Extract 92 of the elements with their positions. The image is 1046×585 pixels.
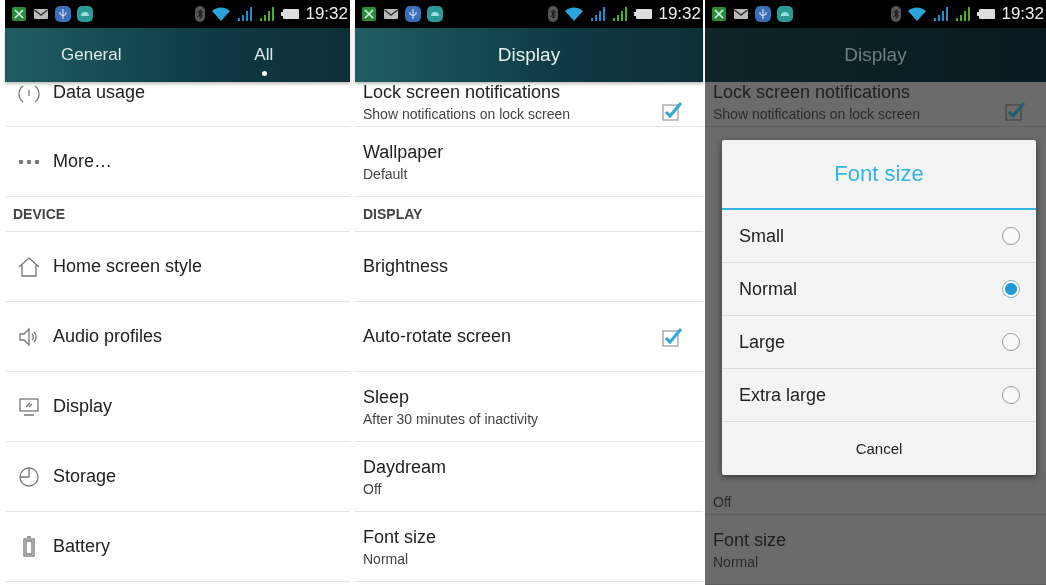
item-title: Audio profiles: [53, 326, 163, 347]
item-summary: Show notifications on lock screen: [713, 106, 921, 122]
item-summary: Normal: [713, 553, 760, 570]
item-summary: Default: [363, 165, 409, 182]
settings-item[interactable]: Battery: [5, 512, 350, 582]
mail-icon: [33, 6, 49, 22]
settings-item[interactable]: Storage: [5, 442, 350, 512]
item-title: Daydream: [363, 456, 448, 478]
settings-item[interactable]: Data usage: [5, 82, 350, 127]
option-label: Small: [739, 225, 784, 247]
settings-item[interactable]: Display: [5, 372, 350, 442]
radio-button[interactable]: [1002, 280, 1020, 298]
item-title: Storage: [53, 466, 117, 487]
item-summary: After 30 minutes of inactivity: [363, 410, 540, 427]
tab[interactable]: All: [177, 28, 350, 82]
item-title: Battery: [53, 536, 111, 557]
more-icon: [19, 159, 39, 164]
signal-icon: [612, 6, 629, 22]
item-title: More…: [53, 151, 112, 172]
section-header: DEVICE: [5, 197, 350, 232]
signal-icon: [237, 6, 254, 22]
app-notification-icon: [361, 6, 377, 22]
item-summary: Off: [363, 480, 383, 497]
battery-icon: [281, 6, 300, 22]
signal-icon: [955, 6, 972, 22]
checkbox[interactable]: [661, 325, 683, 348]
bluetooth-icon: [548, 6, 559, 22]
battery-icon: [977, 6, 996, 22]
settings-item[interactable]: Brightness: [355, 232, 703, 302]
item-title: Brightness: [363, 256, 450, 277]
checkbox[interactable]: [1004, 100, 1026, 122]
radio-option[interactable]: Large: [722, 316, 1036, 369]
clock-time: 19:32: [305, 4, 348, 24]
radio-option[interactable]: Extra large: [722, 369, 1036, 422]
app-notification-icon: [711, 6, 727, 22]
option-label: Large: [739, 331, 786, 353]
battery-icon: [634, 6, 653, 22]
item-title: Lock screen notifications: [713, 82, 912, 103]
settings-item[interactable]: More…: [5, 127, 350, 197]
settings-item[interactable]: Auto-rotate screen: [355, 302, 703, 372]
section-header: DISPLAY: [355, 197, 703, 232]
android-icon: [427, 6, 443, 22]
signal-icon: [590, 6, 607, 22]
settings-item[interactable]: Sleep After 30 minutes of inactivity: [355, 372, 703, 442]
item-title: Sleep: [363, 386, 411, 408]
settings-item[interactable]: Wallpaper Default: [355, 127, 703, 197]
screen-title: Display: [497, 44, 561, 66]
signal-icon: [933, 6, 950, 22]
app-notification-icon: [11, 6, 27, 22]
usb-icon: [405, 6, 421, 22]
mail-icon: [733, 6, 749, 22]
bluetooth-icon: [891, 6, 902, 22]
item-title: Font size: [363, 526, 438, 548]
mail-icon: [383, 6, 399, 22]
radio-button[interactable]: [1002, 386, 1020, 404]
clock-time: 19:32: [658, 4, 701, 24]
settings-item[interactable]: Lock screen notifications Show notifications on lock screen: [355, 82, 703, 127]
option-label: Normal: [739, 278, 797, 300]
android-icon: [77, 6, 93, 22]
radio-option[interactable]: Small: [722, 210, 1036, 263]
radio-button[interactable]: [1002, 227, 1020, 245]
checkbox[interactable]: [661, 100, 683, 122]
item-title: Auto-rotate screen: [363, 326, 513, 347]
radio-button[interactable]: [1002, 333, 1020, 351]
bluetooth-icon: [195, 6, 206, 22]
radio-option[interactable]: Normal: [722, 263, 1036, 316]
item-title: Lock screen notifications: [363, 82, 562, 103]
item-title: Font size: [713, 529, 788, 551]
wifi-icon: [907, 6, 928, 22]
settings-item[interactable]: Font size Normal: [355, 512, 703, 582]
item-title: Display: [53, 396, 113, 417]
item-summary: Off: [713, 494, 733, 510]
clock-time: 19:32: [1001, 4, 1044, 24]
item-title: Data usage: [53, 82, 146, 103]
tab[interactable]: General: [5, 28, 178, 82]
item-summary: Normal: [363, 550, 410, 567]
wifi-icon: [211, 6, 232, 22]
dialog-title: Font size: [722, 140, 1036, 210]
wifi-icon: [564, 6, 585, 22]
settings-item[interactable]: Daydream Off: [355, 442, 703, 512]
item-title: Home screen style: [53, 256, 203, 277]
signal-icon: [259, 6, 276, 22]
usb-icon: [55, 6, 71, 22]
screen-title: Display: [844, 44, 907, 66]
android-icon: [777, 6, 793, 22]
pie-chart-icon: [17, 464, 41, 489]
item-title: Wallpaper: [363, 141, 445, 163]
option-label: Extra large: [739, 384, 827, 406]
usb-icon: [755, 6, 771, 22]
item-summary: Show notifications on lock screen: [363, 106, 571, 122]
settings-item[interactable]: Audio profiles: [5, 302, 350, 372]
settings-item[interactable]: Home screen style: [5, 232, 350, 302]
